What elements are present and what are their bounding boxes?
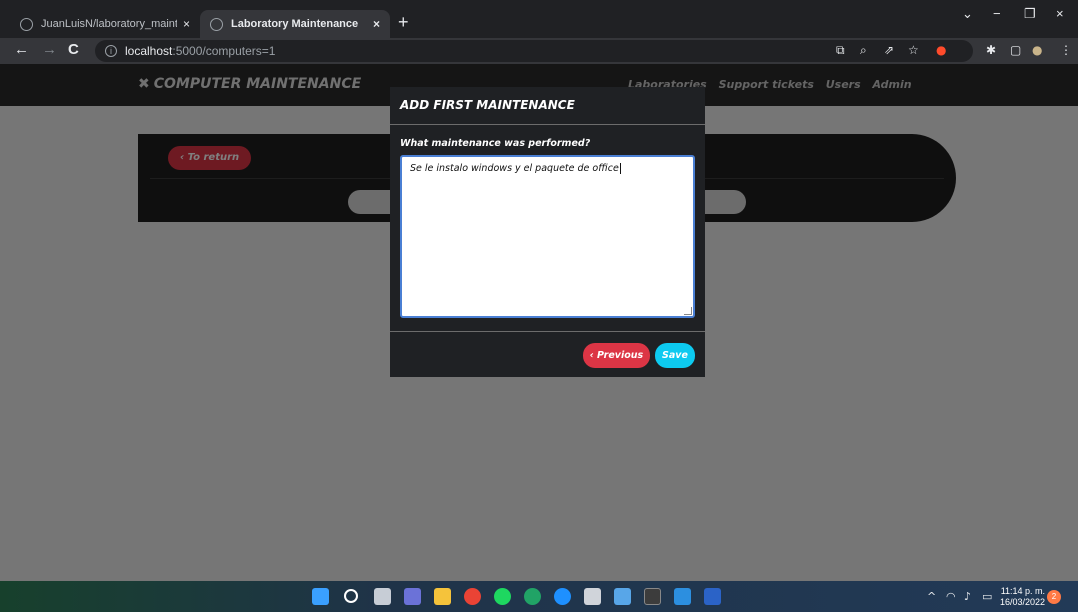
back-button[interactable]: ←	[14, 41, 29, 58]
tab-close-icon[interactable]: ×	[373, 17, 380, 31]
virtualbox-icon[interactable]	[584, 588, 601, 605]
side-panel-icon[interactable]: ▢	[1010, 43, 1021, 57]
battery-icon[interactable]: ▭	[982, 590, 992, 603]
github-icon	[20, 17, 33, 31]
word-icon[interactable]	[704, 588, 721, 605]
previous-button[interactable]: ‹ Previous	[583, 343, 650, 368]
hs-app-icon[interactable]	[524, 588, 541, 605]
new-tab-button[interactable]: +	[398, 12, 409, 32]
bookmark-star-icon[interactable]: ☆	[908, 43, 919, 57]
browser-tab-laboratory-maintenance[interactable]: Laboratory Maintenance ×	[200, 10, 390, 38]
modal-title: ADD FIRST MAINTENANCE	[400, 98, 575, 112]
text-cursor	[619, 163, 621, 174]
site-info-icon[interactable]: i	[105, 45, 117, 57]
spotify-icon[interactable]	[494, 588, 511, 605]
tab-title: Laboratory Maintenance	[231, 18, 359, 30]
teams-icon[interactable]	[404, 588, 421, 605]
zoom-icon[interactable]: ⌕	[860, 43, 867, 58]
url-host: localhost	[125, 44, 173, 58]
restore-button[interactable]: ❐	[1024, 6, 1036, 22]
tab-search-icon[interactable]: ⌄	[962, 6, 973, 22]
terminal-icon[interactable]	[644, 588, 661, 605]
extensions-puzzle-icon[interactable]: ✱	[986, 43, 996, 57]
wifi-icon[interactable]: ◠	[946, 590, 956, 603]
clock[interactable]: 11:14 p. m. 16/03/2022	[1000, 586, 1045, 608]
forward-button[interactable]: →	[42, 41, 57, 58]
url-path: :5000/computers=1	[172, 44, 276, 58]
extension-flame-icon[interactable]: ●	[936, 43, 946, 57]
file-explorer-icon[interactable]	[434, 588, 451, 605]
maintenance-text: Se le instalo windows y el paquete de of…	[410, 163, 619, 174]
vscode-icon[interactable]	[674, 588, 691, 605]
notification-badge[interactable]: 2	[1047, 590, 1061, 604]
reload-button[interactable]: C	[68, 41, 79, 58]
globe-icon	[210, 17, 223, 31]
profile-avatar-icon[interactable]: ●	[1032, 43, 1042, 57]
tab-close-icon[interactable]: ×	[183, 17, 190, 31]
windows-taskbar: ^ ◠ ♪ ▭ 11:14 p. m. 16/03/2022 2	[0, 581, 1078, 612]
close-window-button[interactable]: ×	[1056, 6, 1064, 21]
browser-menu-icon[interactable]: ⋮	[1060, 43, 1072, 57]
edge-icon[interactable]	[554, 588, 571, 605]
windows-start-icon[interactable]	[312, 588, 329, 605]
tray-chevron-icon[interactable]: ^	[927, 590, 936, 603]
task-view-icon[interactable]	[374, 588, 391, 605]
tab-title: JuanLuisN/laboratory_maintenan	[41, 18, 177, 30]
minimize-button[interactable]: −	[993, 6, 1001, 21]
modal-footer-divider	[390, 331, 705, 332]
clock-time: 11:14 p. m.	[1000, 586, 1046, 596]
modal-header-divider	[390, 124, 705, 125]
maintenance-question-label: What maintenance was performed?	[400, 138, 591, 149]
browser-toolbar: ← → C i localhost :5000/computers=1 ⧉ ⌕ …	[0, 38, 1078, 64]
save-button[interactable]: Save	[655, 343, 695, 368]
clock-date: 16/03/2022	[1000, 597, 1046, 607]
search-icon[interactable]	[344, 589, 358, 603]
chrome-icon[interactable]	[464, 588, 481, 605]
volume-icon[interactable]: ♪	[964, 590, 971, 603]
resize-grip-icon[interactable]	[684, 307, 692, 315]
maintenance-textarea[interactable]: Se le instalo windows y el paquete de of…	[400, 155, 695, 318]
add-maintenance-modal: ADD FIRST MAINTENANCE What maintenance w…	[390, 87, 705, 377]
photos-icon[interactable]	[614, 588, 631, 605]
share-icon[interactable]: ⇗	[884, 43, 894, 57]
browser-tab-strip: JuanLuisN/laboratory_maintenan × Laborat…	[0, 0, 1078, 38]
browser-tab-github[interactable]: JuanLuisN/laboratory_maintenan ×	[10, 10, 200, 38]
translate-icon[interactable]: ⧉	[836, 43, 845, 58]
